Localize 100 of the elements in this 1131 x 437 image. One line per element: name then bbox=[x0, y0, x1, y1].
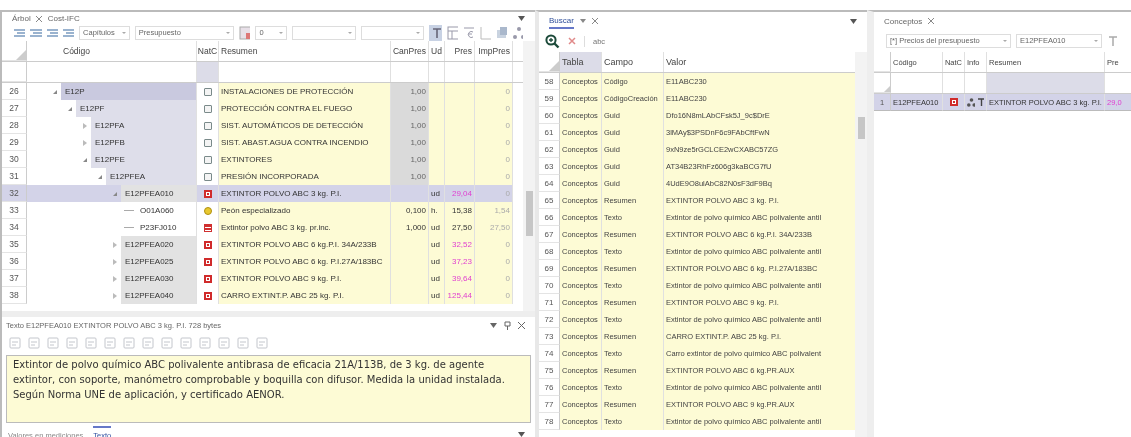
row-number: 62 bbox=[539, 141, 560, 158]
expand-toggle-icon[interactable] bbox=[68, 106, 72, 111]
code-cell: E12P bbox=[61, 83, 196, 100]
panel-tab[interactable]: Cost-IFC bbox=[47, 12, 80, 25]
expand-toggle-icon[interactable] bbox=[113, 191, 117, 196]
format-tool-icon[interactable] bbox=[141, 336, 155, 350]
filter-cell[interactable] bbox=[987, 73, 1105, 93]
column-header[interactable]: Ud bbox=[429, 41, 445, 61]
price-cell: 27,50 bbox=[451, 223, 472, 232]
expand-toggle-icon[interactable] bbox=[113, 258, 117, 265]
column-header[interactable]: NatC bbox=[197, 41, 219, 61]
indent-lines-icon[interactable] bbox=[30, 28, 42, 38]
row-number: 72 bbox=[539, 311, 560, 328]
format-tool-icon[interactable] bbox=[84, 336, 98, 350]
code-cell: E12PFEA025 bbox=[121, 253, 196, 270]
tree-row[interactable]: 33 O01A060 Peón especializado 0,100 h. 15,38 1,54 bbox=[2, 202, 523, 219]
clear-icon[interactable] bbox=[568, 37, 576, 45]
zoom-in-icon[interactable] bbox=[545, 33, 560, 49]
column-header[interactable]: Valor bbox=[664, 52, 855, 72]
row-number: 30 bbox=[2, 151, 27, 168]
panel-tab[interactable]: Árbol bbox=[12, 12, 42, 25]
close-icon[interactable] bbox=[591, 18, 598, 24]
column-header[interactable]: ImpPres bbox=[475, 41, 513, 61]
column-header[interactable]: Pres bbox=[445, 41, 475, 61]
format-tool-icon[interactable] bbox=[65, 336, 79, 350]
format-tool-icon[interactable] bbox=[122, 336, 136, 350]
quantity-cell: 0,100 bbox=[405, 206, 426, 215]
caret-icon[interactable] bbox=[518, 431, 525, 437]
layers-icon[interactable] bbox=[495, 26, 507, 40]
code-cell: E12PFA bbox=[91, 117, 196, 134]
unit-cell: ud bbox=[431, 257, 440, 266]
table-icon[interactable] bbox=[446, 26, 458, 40]
quantity-cell: 1,00 bbox=[410, 121, 426, 130]
format-tool-icon[interactable] bbox=[217, 336, 231, 350]
column-header[interactable]: Resumen bbox=[219, 41, 391, 61]
format-tool-icon[interactable] bbox=[236, 336, 250, 350]
expand-toggle-icon[interactable] bbox=[113, 241, 117, 248]
caret-icon[interactable] bbox=[850, 18, 857, 24]
unit-cell: ud bbox=[431, 291, 440, 300]
euro-icon[interactable] bbox=[463, 26, 475, 40]
column-header[interactable]: Tabla bbox=[560, 52, 602, 72]
expand-toggle-icon[interactable] bbox=[83, 157, 87, 162]
description-text-field[interactable]: Extintor de polvo químico ABC polivalente antibrasa de eficacia 21A/113B, de 3 kg. de agente extintor, con soporte, manómetro comprobable y boquilla con difusor. Medida la unidad instalada. Según Norma UNE de aplicación, y certificado AENOR. bbox=[6, 355, 531, 423]
row-number: 74 bbox=[539, 345, 560, 362]
panel-tab[interactable]: Conceptos bbox=[884, 14, 923, 28]
format-tool-icon[interactable] bbox=[198, 336, 212, 350]
summary-cell: EXTINTOR POLVO ABC 6 kg.P.I. 34A/233B bbox=[221, 240, 377, 249]
text-icon[interactable] bbox=[1107, 35, 1119, 47]
column-header[interactable]: CanPres bbox=[391, 41, 429, 61]
summary-cell: SIST. AUTOMÁTICOS DE DETECCIÓN bbox=[221, 121, 364, 130]
summary-cell: SIST. ABAST.AGUA CONTRA INCENDIO bbox=[221, 138, 369, 147]
close-icon[interactable] bbox=[518, 321, 525, 329]
row-number: 77 bbox=[539, 396, 560, 413]
code-cell: E12PFEA030 bbox=[121, 270, 196, 287]
close-icon[interactable] bbox=[928, 18, 935, 24]
amount-cell: 27,50 bbox=[489, 223, 510, 232]
filter-cell[interactable] bbox=[197, 62, 219, 82]
framed-square-icon bbox=[203, 257, 212, 266]
summary-cell: EXTINTOR POLVO ABC 6 kg. P.I.27A/183BC bbox=[221, 257, 383, 266]
format-tool-icon[interactable] bbox=[46, 336, 60, 350]
expand-toggle-icon[interactable] bbox=[83, 139, 87, 146]
expand-toggle-icon[interactable] bbox=[113, 292, 117, 299]
unit-cell: ud bbox=[431, 274, 440, 283]
text-icon bbox=[977, 98, 984, 106]
format-tool-icon[interactable] bbox=[27, 336, 41, 350]
indent-lines-icon[interactable] bbox=[62, 28, 75, 38]
scrollbar[interactable] bbox=[855, 52, 867, 437]
format-tool-icon[interactable] bbox=[255, 336, 269, 350]
code-cell: E12PFEA020 bbox=[121, 236, 196, 253]
column-header[interactable]: Código bbox=[27, 41, 197, 61]
price-cell: 37,23 bbox=[451, 257, 472, 266]
expand-toggle-icon[interactable] bbox=[113, 275, 117, 282]
format-tool-icon[interactable] bbox=[103, 336, 117, 350]
panel-tab[interactable]: Buscar bbox=[549, 13, 574, 29]
caret-icon[interactable] bbox=[490, 322, 497, 328]
format-tool-icon[interactable] bbox=[179, 336, 193, 350]
expand-toggle-icon[interactable] bbox=[98, 174, 102, 179]
summary-cell: EXTINTORES bbox=[221, 155, 272, 164]
summary-cell: EXTINTOR POLVO ABC 9 kg. P.I. bbox=[221, 274, 342, 283]
expand-toggle-icon[interactable] bbox=[53, 89, 57, 94]
hierarchy-icon[interactable] bbox=[511, 26, 524, 40]
calculator-icon[interactable] bbox=[239, 26, 251, 40]
row-number: 33 bbox=[2, 202, 27, 219]
summary-cell: INSTALACIONES DE PROTECCIÓN bbox=[221, 87, 354, 96]
tree-row[interactable]: 34 P23FJ010 Extintor polvo ABC 3 kg. pr.inc. 1,000 ud 27,50 27,50 bbox=[2, 219, 523, 236]
dropdown[interactable] bbox=[292, 26, 356, 40]
close-icon[interactable] bbox=[35, 15, 42, 22]
pin-icon[interactable] bbox=[504, 320, 511, 330]
indent-lines-icon[interactable] bbox=[46, 28, 58, 38]
row-number: 60 bbox=[539, 107, 560, 124]
indent-lines-icon[interactable] bbox=[14, 28, 26, 38]
column-header[interactable]: Campo bbox=[602, 52, 664, 72]
ruler-icon[interactable] bbox=[479, 26, 491, 40]
summary-cell: CARRO EXTINT.P. ABC 25 kg. P.I. bbox=[221, 291, 344, 300]
format-tool-icon[interactable] bbox=[8, 336, 22, 350]
expand-toggle-icon[interactable] bbox=[83, 122, 87, 129]
caret-icon[interactable] bbox=[518, 16, 525, 21]
caret-icon[interactable] bbox=[579, 19, 586, 23]
format-tool-icon[interactable] bbox=[160, 336, 174, 350]
scrollbar[interactable] bbox=[523, 41, 535, 311]
